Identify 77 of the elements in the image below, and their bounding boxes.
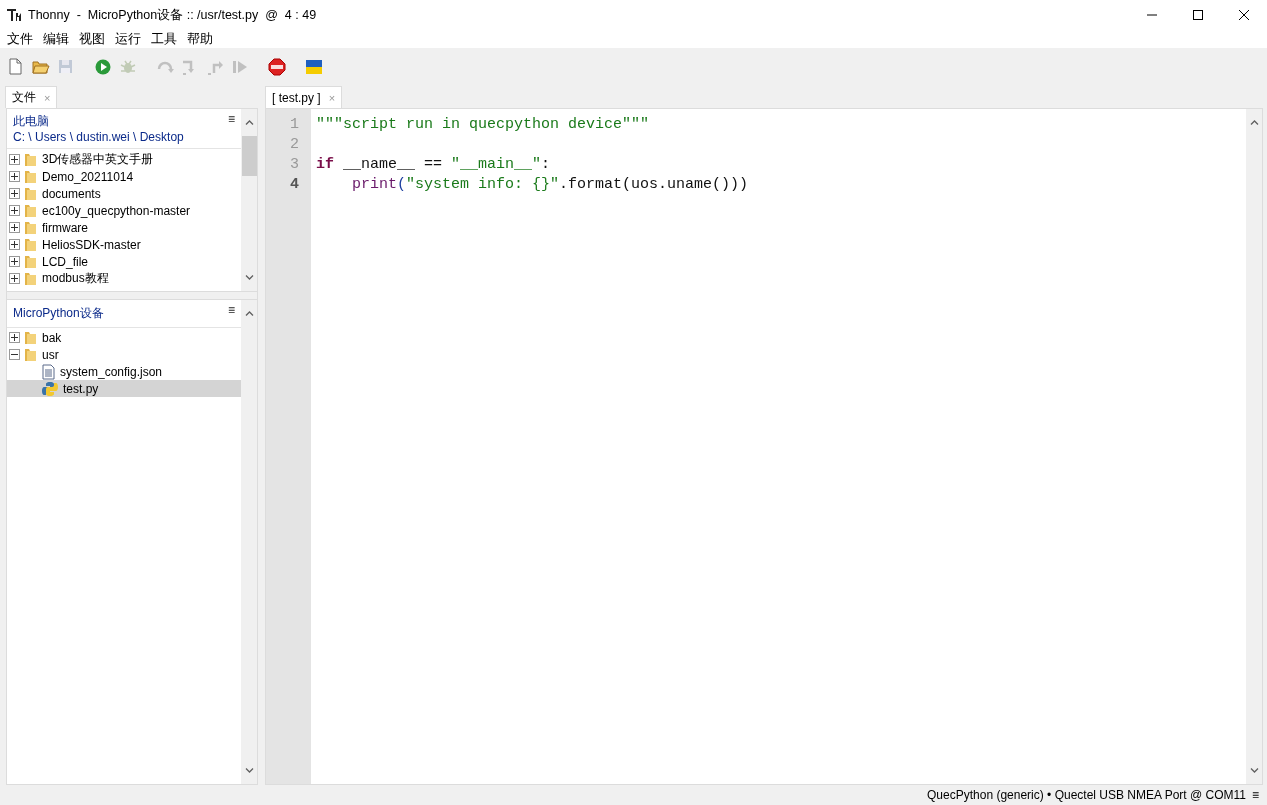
- tree-item[interactable]: usr: [7, 346, 241, 363]
- stop-icon[interactable]: [267, 56, 287, 77]
- expand-icon[interactable]: [9, 171, 20, 182]
- tree-item[interactable]: Demo_20211014: [7, 168, 241, 185]
- section-title: MicroPython设备: [13, 305, 104, 322]
- app-logo-icon: [7, 8, 22, 22]
- file-name: usr: [42, 347, 59, 362]
- panel-tab[interactable]: 文件 ×: [5, 86, 58, 108]
- tree-item[interactable]: modbus教程: [7, 270, 241, 287]
- folder-icon: [24, 203, 37, 218]
- menu-icon[interactable]: ≡: [228, 303, 235, 317]
- file-name: 3D传感器中英文手册: [42, 151, 154, 168]
- section-title: 此电脑: [13, 113, 49, 130]
- tree-item[interactable]: documents: [7, 185, 241, 202]
- window-title: Thonny - MicroPython设备 :: /usr/test.py @ 4 : 49: [28, 6, 318, 24]
- document-icon: [42, 363, 55, 380]
- folder-icon: [24, 169, 37, 184]
- menu-item[interactable]: 运行: [110, 30, 146, 48]
- folder-icon: [24, 271, 37, 286]
- expand-icon[interactable]: [9, 239, 20, 250]
- folder-icon: [24, 237, 37, 252]
- tree-item[interactable]: HeliosSDK-master: [7, 236, 241, 253]
- menu-icon[interactable]: ≡: [228, 112, 235, 126]
- expand-icon[interactable]: [9, 205, 20, 216]
- menu-item[interactable]: 编辑: [38, 30, 74, 48]
- tab-label: 文件: [12, 89, 36, 106]
- tree-item[interactable]: bak: [7, 329, 241, 346]
- menu-item[interactable]: 视图: [74, 30, 110, 48]
- tree-item[interactable]: LCD_file: [7, 253, 241, 270]
- code-line: if __name__ == "__main__":: [316, 155, 552, 175]
- menu-item[interactable]: 帮助: [182, 30, 218, 48]
- file-name: test.py: [63, 381, 99, 396]
- folder-icon: [24, 330, 37, 345]
- expand-icon[interactable]: [9, 273, 20, 284]
- editor-tab[interactable]: [ test.py ] ×: [265, 86, 343, 108]
- tree-item[interactable]: system_config.json: [7, 363, 241, 380]
- file-name: system_config.json: [60, 364, 163, 379]
- scrollbar-thumb[interactable]: [241, 136, 257, 176]
- tree-item[interactable]: ec100y_quecpython-master: [7, 202, 241, 219]
- scrollbar[interactable]: [241, 109, 257, 291]
- menu-item[interactable]: 工具: [146, 30, 182, 48]
- scrollbar[interactable]: [1246, 109, 1262, 784]
- folder-icon: [24, 347, 37, 362]
- tree-item[interactable]: test.py: [7, 380, 241, 397]
- tree-item[interactable]: 3D传感器中英文手册: [7, 151, 241, 168]
- status-text[interactable]: QuecPython (generic) • Quectel USB NMEA Port @ COM11: [927, 788, 1246, 802]
- file-name: bak: [42, 330, 62, 345]
- expand-icon[interactable]: [9, 222, 20, 233]
- file-name: firmware: [42, 220, 88, 235]
- file-name: LCD_file: [42, 254, 89, 269]
- code-line: """script run in quecpython device""": [316, 115, 651, 135]
- line-number: 1: [289, 115, 300, 135]
- file-name: documents: [42, 186, 101, 201]
- menu-icon[interactable]: ≡: [1252, 788, 1259, 802]
- menu-item[interactable]: 文件: [2, 30, 38, 48]
- code-line: print("system info: {}".format(uos.uname())): [351, 175, 750, 195]
- expand-icon[interactable]: [9, 188, 20, 199]
- folder-icon: [24, 254, 37, 269]
- expand-icon[interactable]: [9, 332, 20, 343]
- file-name: ec100y_quecpython-master: [42, 203, 191, 218]
- tab-label: [ test.py ]: [272, 90, 321, 105]
- line-number: 3: [289, 155, 300, 175]
- expand-icon[interactable]: [9, 256, 20, 267]
- scrollbar[interactable]: [241, 300, 257, 784]
- collapse-icon[interactable]: [9, 349, 20, 360]
- folder-icon: [24, 220, 37, 235]
- line-number: 2: [289, 135, 300, 155]
- folder-icon: [24, 186, 37, 201]
- file-name: Demo_20211014: [42, 169, 134, 184]
- python-file-icon: [42, 380, 58, 397]
- expand-icon[interactable]: [9, 154, 20, 165]
- file-name: HeliosSDK-master: [42, 237, 141, 252]
- path-label: C: \ Users \ dustin.wei \ Desktop: [13, 130, 184, 144]
- folder-icon: [24, 152, 37, 167]
- tree-item[interactable]: firmware: [7, 219, 241, 236]
- file-name: modbus教程: [42, 270, 109, 287]
- line-number: 4: [289, 175, 300, 195]
